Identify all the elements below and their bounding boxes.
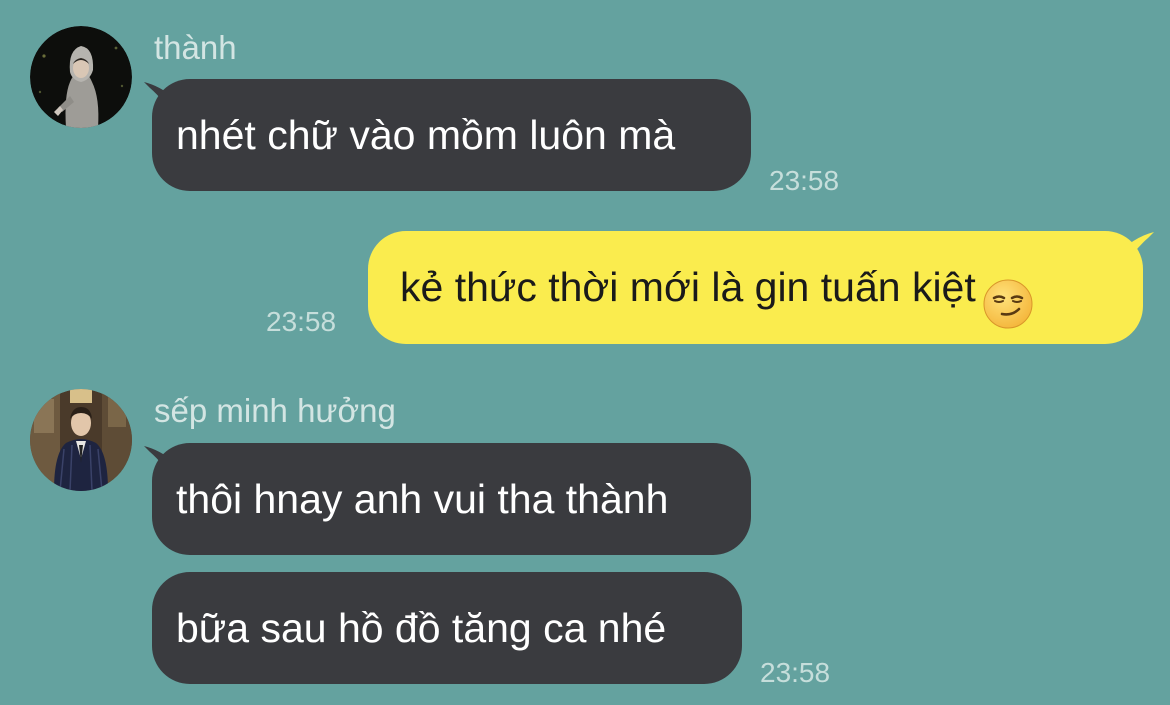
hooded-person-avatar-icon [30, 26, 132, 128]
message-text: thôi hnay anh vui tha thành [176, 476, 669, 522]
message-bubble-incoming[interactable]: bữa sau hồ đồ tăng ca nhé [152, 572, 742, 684]
message-bubble-incoming[interactable]: thôi hnay anh vui tha thành [152, 443, 751, 555]
bubble-tail-outgoing [1124, 232, 1154, 268]
message-bubble-incoming[interactable]: nhét chữ vào mồm luôn mà [152, 79, 751, 191]
avatar-thanh[interactable] [30, 26, 132, 128]
message-text: kẻ thức thời mới là gin tuấn kiệt [400, 264, 976, 310]
message-bubble-outgoing[interactable]: kẻ thức thời mới là gin tuấn kiệt [368, 231, 1143, 344]
smirking-face-emoji-icon [982, 260, 1034, 329]
sender-name-thanh: thành [154, 29, 237, 66]
message-text: bữa sau hồ đồ tăng ca nhé [176, 605, 667, 651]
man-in-suit-avatar-icon [30, 389, 132, 491]
message-timestamp: 23:58 [266, 306, 337, 337]
message-timestamp: 23:58 [760, 657, 831, 688]
message-timestamp: 23:58 [769, 165, 840, 196]
sender-name-sep-minh-huong: sếp minh hưởng [154, 392, 396, 429]
avatar-sep-minh-huong[interactable] [30, 389, 132, 491]
message-text: nhét chữ vào mồm luôn mà [176, 112, 676, 158]
